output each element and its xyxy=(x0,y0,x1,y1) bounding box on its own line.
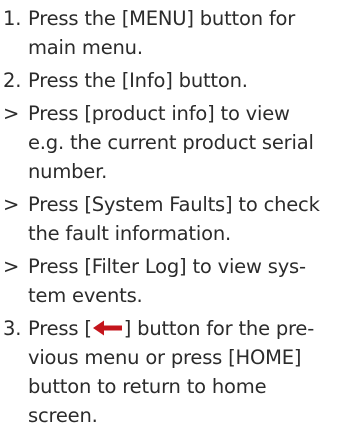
substep-filter-log-marker: > xyxy=(3,255,20,278)
step-3-text-before: Press [ xyxy=(28,317,92,340)
substep-product-info-marker: > xyxy=(3,102,20,125)
substep-system-faults-marker: > xyxy=(3,193,20,216)
step-3-text-after: ] button for the pre- xyxy=(123,317,315,340)
step-1-marker: 1. xyxy=(3,7,22,30)
step-3-text-cont-3: screen. xyxy=(28,404,98,427)
instruction-list: 1. Press the [MENU] button for main menu… xyxy=(0,0,345,442)
step-3-marker: 3. xyxy=(3,317,22,340)
left-arrow-icon xyxy=(92,320,122,336)
